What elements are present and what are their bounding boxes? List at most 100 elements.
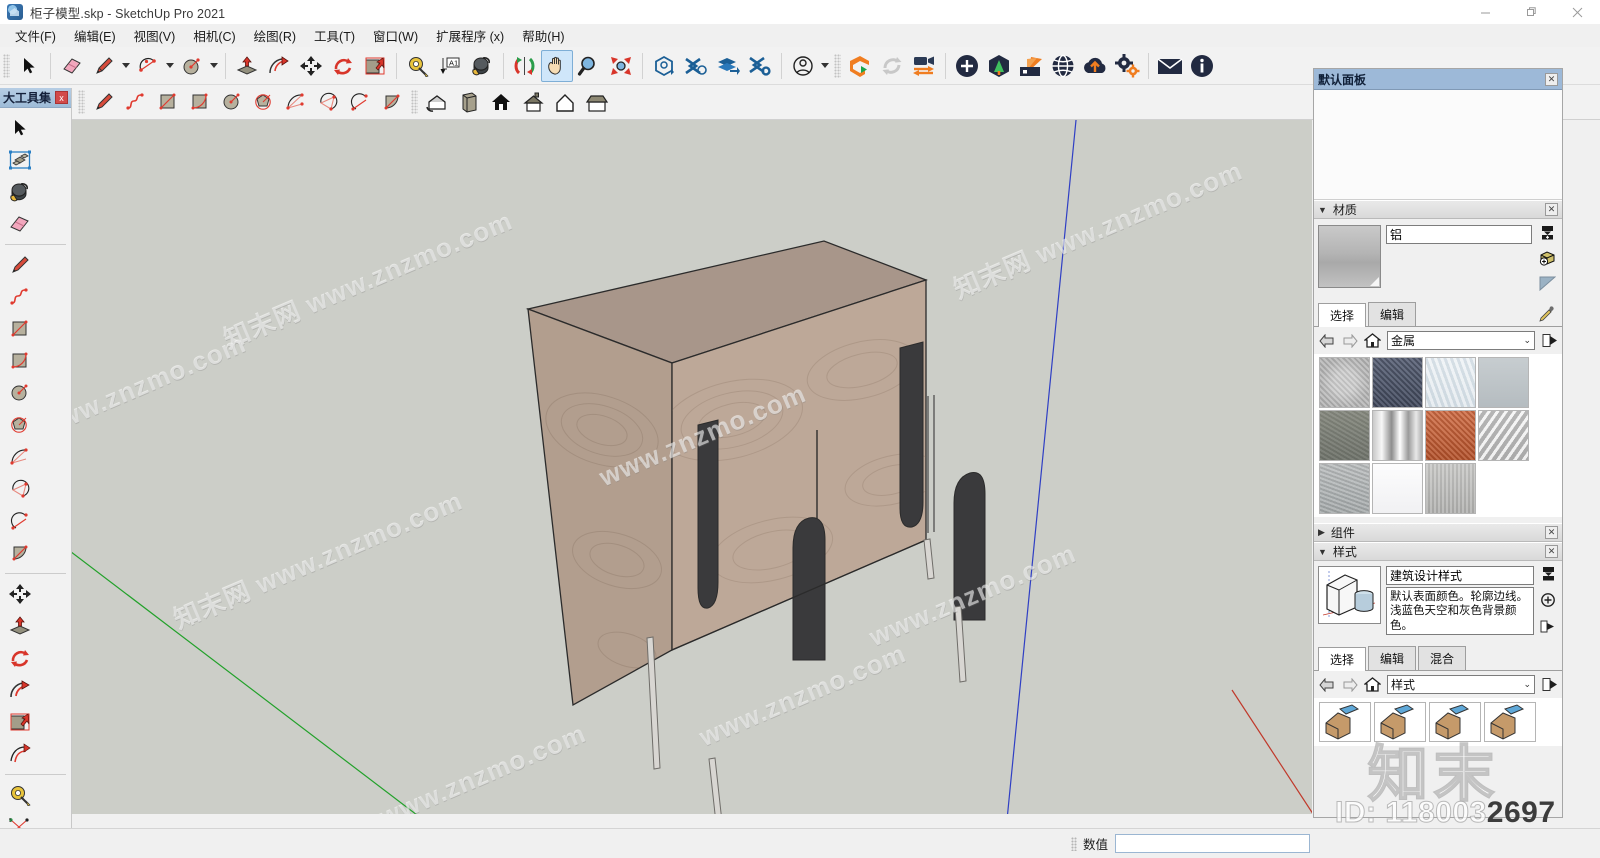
make-component-icon[interactable] <box>3 144 36 176</box>
toolbar-grip[interactable] <box>411 90 418 114</box>
circle-icon[interactable] <box>216 86 248 118</box>
material-name-input[interactable] <box>1386 225 1532 244</box>
paint-bucket-icon[interactable] <box>3 176 36 208</box>
refresh-icon[interactable] <box>876 50 908 82</box>
details-arrow-icon[interactable] <box>1541 676 1558 693</box>
3d-warehouse-house-icon[interactable] <box>421 86 453 118</box>
style-swatch[interactable] <box>1429 702 1481 742</box>
forward-arrow-icon[interactable] <box>1341 676 1358 693</box>
polygon-icon[interactable] <box>3 409 36 441</box>
toolbar-grip[interactable] <box>834 53 841 78</box>
menu-edit[interactable]: 编辑(E) <box>65 23 125 48</box>
freehand-icon[interactable] <box>120 86 152 118</box>
home-icon[interactable] <box>485 86 517 118</box>
info-icon[interactable] <box>1186 50 1218 82</box>
rectangle-icon[interactable] <box>3 313 36 345</box>
rotate-icon[interactable] <box>3 642 36 674</box>
circle-dropdown-caret[interactable] <box>208 50 220 82</box>
pie-icon[interactable] <box>376 86 408 118</box>
style-swatch[interactable] <box>1484 702 1536 742</box>
material-swatch[interactable] <box>1372 463 1423 514</box>
material-category-select[interactable]: 金属 ⌄ <box>1387 331 1535 350</box>
rotate-icon[interactable] <box>327 50 359 82</box>
eraser-icon[interactable] <box>56 50 88 82</box>
style-category-select[interactable]: 样式 ⌄ <box>1387 675 1535 694</box>
style-swatch[interactable] <box>1374 702 1426 742</box>
materials-close-icon[interactable]: ✕ <box>1545 203 1558 216</box>
minimize-button[interactable] <box>1462 0 1508 24</box>
menu-view[interactable]: 视图(V) <box>125 23 185 48</box>
model-info-house-icon[interactable] <box>581 86 613 118</box>
toolbar-grip[interactable] <box>3 53 10 78</box>
components-close-icon[interactable]: ✕ <box>1545 526 1558 539</box>
tab-style-select[interactable]: 选择 <box>1318 647 1367 671</box>
rectangle-icon[interactable] <box>152 86 184 118</box>
material-preview-aluminum[interactable] <box>1318 225 1381 288</box>
chevron-down-icon[interactable]: ▼ <box>1318 547 1327 557</box>
menu-camera[interactable]: 相机(C) <box>184 23 244 48</box>
account-dropdown-caret[interactable] <box>819 50 831 82</box>
forward-arrow-icon[interactable] <box>1341 332 1358 349</box>
menu-help[interactable]: 帮助(H) <box>513 23 573 48</box>
pencil-dropdown-caret[interactable] <box>120 50 132 82</box>
move-icon[interactable] <box>3 578 36 610</box>
chevron-down-icon[interactable]: ▼ <box>1318 205 1327 215</box>
arc-2point-icon[interactable] <box>280 86 312 118</box>
chevron-right-icon[interactable]: ▶ <box>1318 527 1325 538</box>
add-to-model-icon[interactable] <box>1539 250 1556 269</box>
circle-icon[interactable] <box>176 50 208 82</box>
outline-house-icon[interactable] <box>549 86 581 118</box>
pushpull-icon[interactable] <box>231 50 263 82</box>
menu-extensions[interactable]: 扩展程序 (x) <box>427 23 513 48</box>
account-icon[interactable] <box>787 50 819 82</box>
tab-material-edit[interactable]: 编辑 <box>1368 302 1417 326</box>
pushpull-icon[interactable] <box>3 610 36 642</box>
tape-measure-icon[interactable] <box>3 779 36 811</box>
home-icon[interactable] <box>1364 332 1381 349</box>
followme-icon[interactable] <box>263 50 295 82</box>
rotated-rectangle-icon[interactable] <box>3 345 36 377</box>
component-icon[interactable] <box>453 86 485 118</box>
chevron-down-icon[interactable]: ⌄ <box>1523 679 1531 690</box>
style-details-icon[interactable] <box>1540 619 1556 637</box>
material-swatch[interactable] <box>1425 463 1476 514</box>
toolbar-grip[interactable] <box>78 90 85 114</box>
menu-draw[interactable]: 绘图(R) <box>245 23 305 48</box>
chevron-down-icon[interactable]: ⌄ <box>1523 335 1531 346</box>
update-style-icon[interactable] <box>1540 592 1556 611</box>
line-icon[interactable] <box>88 86 120 118</box>
tab-material-select[interactable]: 选择 <box>1318 303 1367 327</box>
select-arrow-icon[interactable] <box>3 112 36 144</box>
section-plane-icon[interactable] <box>648 50 680 82</box>
components-section-header[interactable]: ▶ 组件 ✕ <box>1314 523 1562 542</box>
zoom-extents-icon[interactable] <box>605 50 637 82</box>
back-arrow-icon[interactable] <box>1318 676 1335 693</box>
eyedropper-icon[interactable] <box>1539 302 1558 326</box>
orbit-icon[interactable] <box>509 50 541 82</box>
dimension-icon[interactable]: A1 <box>434 50 466 82</box>
arc-pie-icon[interactable] <box>3 473 36 505</box>
menu-window[interactable]: 窗口(W) <box>364 23 427 48</box>
material-swatch[interactable] <box>1478 357 1529 408</box>
select-arrow-icon[interactable] <box>13 50 45 82</box>
pencil-icon[interactable] <box>3 249 36 281</box>
move-icon[interactable] <box>295 50 327 82</box>
settings-gears-icon[interactable] <box>1111 50 1143 82</box>
rotated-rectangle-icon[interactable] <box>184 86 216 118</box>
material-swatch[interactable] <box>1478 410 1529 461</box>
tape-measure-icon[interactable] <box>402 50 434 82</box>
scale-icon[interactable] <box>359 50 391 82</box>
material-swatch[interactable] <box>1425 410 1476 461</box>
display-secondary-icon[interactable] <box>1539 276 1556 294</box>
model-viewport[interactable]: 知末网 www.znzmo.com www.znzmo.com 知末网 www.… <box>72 120 1312 814</box>
materials-section-header[interactable]: ▼ 材质 ✕ <box>1314 200 1562 219</box>
eraser-icon[interactable] <box>3 208 36 240</box>
video-icon[interactable] <box>908 50 940 82</box>
arc-3point-icon[interactable] <box>344 86 376 118</box>
material-swatch[interactable] <box>1319 357 1370 408</box>
maximize-button[interactable] <box>1508 0 1554 24</box>
pan-icon[interactable] <box>541 49 573 82</box>
material-swatch[interactable] <box>1372 357 1423 408</box>
arc-2point-icon[interactable] <box>3 441 36 473</box>
style-preview-thumbnail[interactable] <box>1318 566 1381 624</box>
